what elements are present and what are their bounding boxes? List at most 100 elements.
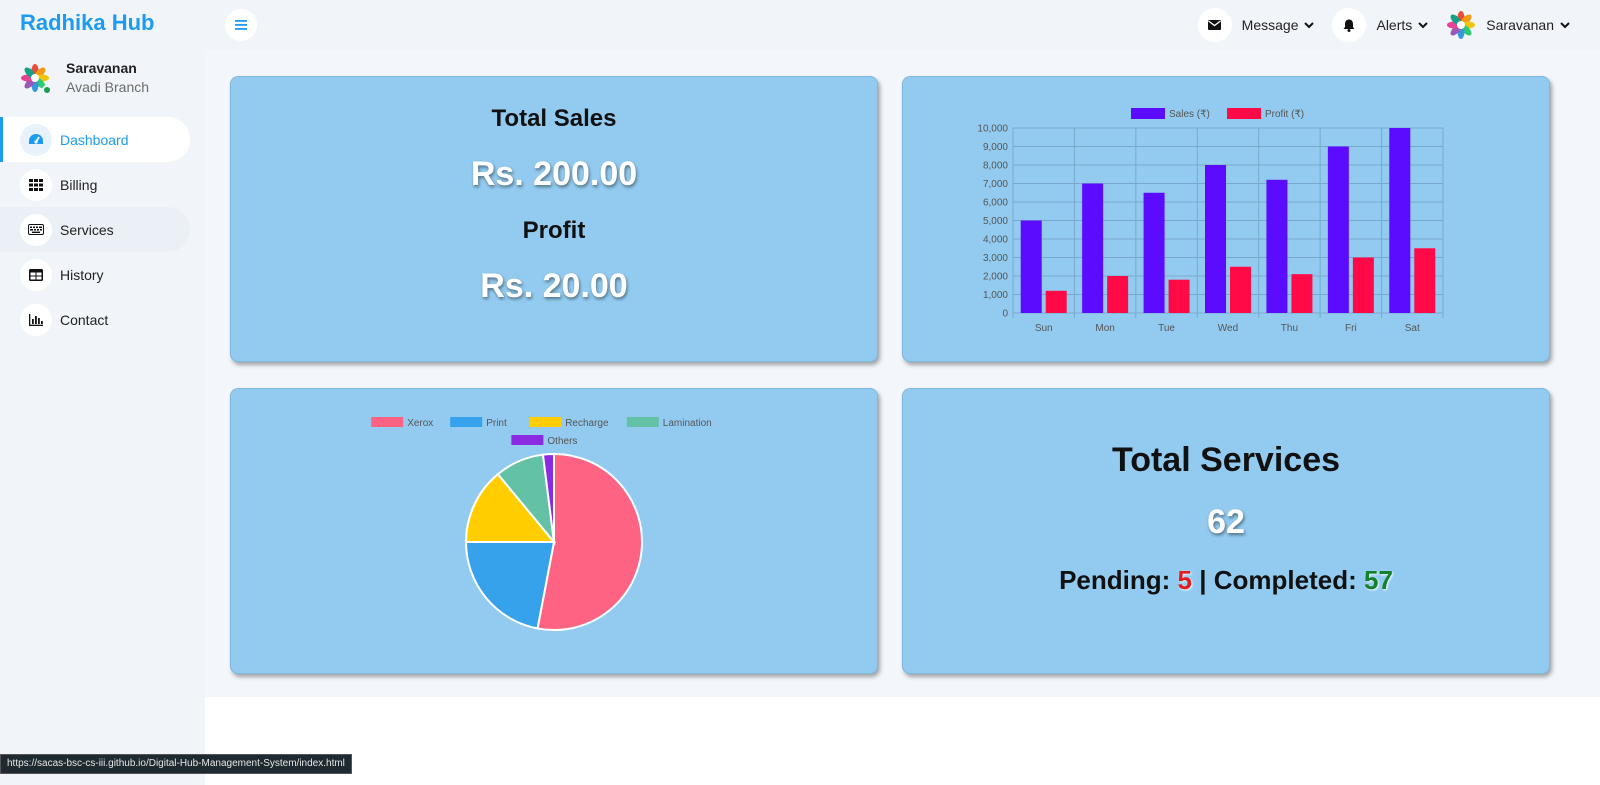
total-sales-title: Total Sales [491,105,617,132]
profile-branch: Avadi Branch [66,79,150,95]
pie-slice [464,541,556,630]
sidebar-item-services[interactable]: Services [0,207,190,252]
legend-label: Xerox [407,418,433,429]
hamburger-icon [235,20,247,30]
sidebar-item-dashboard[interactable]: Dashboard [0,117,190,162]
sidebar-profile: Saravanan Avadi Branch [20,60,149,95]
legend-label: Print [486,418,507,429]
completed-value: 57 [1363,565,1393,595]
sidebar-item-history[interactable]: History [0,252,190,297]
chevron-down-icon [1304,21,1315,28]
y-tick-label: 0 [1002,309,1008,320]
sales-summary-card: Total Sales Rs. 200.00 Profit Rs. 20.00 [230,76,878,362]
x-tick-label: Wed [1218,323,1238,334]
bar [1327,146,1349,313]
sidebar-item-label: Contact [60,311,109,328]
bar [1266,179,1288,313]
weekly-bar-chart: Sales (₹) Profit (₹) 0 1,000 2,000 3,000 4,000… [977,108,1444,334]
legend-swatch [371,417,404,427]
bar [1143,192,1165,313]
message-label: Message [1241,17,1299,33]
legend-label: Profit (₹) [1265,109,1304,120]
x-tick-label: Tue [1158,323,1175,334]
bar [1205,165,1226,313]
y-tick-label: 2,000 [983,272,1008,283]
x-tick-label: Sun [1035,323,1053,334]
bar [1168,279,1190,313]
completed-label: Completed: [1213,565,1357,595]
total-sales-value: Rs. 200.00 [470,155,638,193]
legend-label: Others [547,436,577,447]
keyboard-icon [20,213,52,246]
topbar-actions: Message Alerts Saravanan [1180,8,1570,42]
avatar [20,63,52,95]
sidebar-item-label: Services [60,221,114,238]
pending-label: Pending: [1059,565,1171,595]
menu-toggle-button[interactable] [225,9,257,41]
grid-icon [20,168,52,201]
services-pie-chart-card: Xerox Print Recharge Lamination Others [230,388,878,674]
sidebar-item-billing[interactable]: Billing [0,162,190,207]
y-tick-label: 9,000 [983,142,1008,153]
legend-swatch [450,417,483,427]
bell-icon [1332,8,1367,42]
gauge-icon [20,123,52,156]
legend-swatch [529,417,562,427]
legend-swatch [1131,108,1165,119]
y-tick-label: 4,000 [983,235,1008,246]
sidebar-item-contact[interactable]: Contact [0,297,190,342]
message-dropdown[interactable]: Message [1197,8,1315,42]
y-tick-label: 6,000 [983,198,1008,209]
profit-title: Profit [522,217,586,244]
bar [1414,248,1436,313]
sidebar: Radhika Hub Saravanan Avadi Branch Dashb… [0,0,205,785]
y-tick-label: 8,000 [983,161,1008,172]
x-tick-label: Sat [1405,323,1420,334]
sidebar-item-label: Dashboard [60,131,129,148]
x-tick-label: Thu [1281,323,1298,334]
legend-swatch [626,417,659,427]
legend-label: Sales (₹) [1169,109,1210,120]
services-pie-chart: Xerox Print Recharge Lamination Others [371,417,712,631]
weekly-bar-chart-card: Sales (₹) Profit (₹) 0 1,000 2,000 3,000 4,000… [902,76,1550,362]
pending-value: 5 [1177,565,1192,595]
bar [1230,266,1251,313]
legend-label: Lamination [663,418,712,429]
bar [1045,290,1067,313]
alerts-label: Alerts [1376,17,1413,33]
user-label: Saravanan [1486,17,1554,33]
services-summary-card: Total Services 62 Pending: 5 | Completed… [902,388,1550,674]
y-tick-label: 10,000 [977,124,1008,135]
brand-title[interactable]: Radhika Hub [20,10,154,36]
bar [1352,257,1374,313]
table-icon [20,258,52,291]
legend-label: Recharge [565,418,609,429]
bar [1020,220,1042,313]
sidebar-item-label: History [60,266,104,283]
status-separator: | [1199,565,1207,595]
legend-swatch [1227,108,1261,119]
chevron-down-icon [1560,21,1570,28]
chevron-down-icon [1418,21,1428,28]
y-tick-label: 5,000 [983,216,1008,227]
x-tick-label: Fri [1345,323,1357,334]
bar [1291,274,1313,313]
legend-swatch [511,435,544,445]
bar [1107,276,1129,313]
bar [1389,128,1411,313]
profile-name: Saravanan [66,60,137,76]
x-tick-label: Mon [1095,323,1114,334]
y-tick-label: 3,000 [983,253,1008,264]
total-services-title: Total Services [1111,441,1341,479]
status-bar-url: https://sacas-bsc-cs-iii.github.io/Digit… [0,754,352,774]
sidebar-item-label: Billing [60,176,98,193]
services-status-line: Pending: 5 | Completed: 57 [903,565,1549,596]
total-services-value: 62 [1207,503,1245,541]
bar-chart-icon [20,303,52,336]
user-dropdown[interactable]: Saravanan [1446,10,1570,40]
sidebar-nav: Dashboard Billing Services History Conta… [0,117,190,342]
online-status-dot [42,84,52,95]
bar [1082,183,1104,313]
profit-value: Rs. 20.00 [480,267,628,305]
alerts-dropdown[interactable]: Alerts [1332,8,1428,42]
